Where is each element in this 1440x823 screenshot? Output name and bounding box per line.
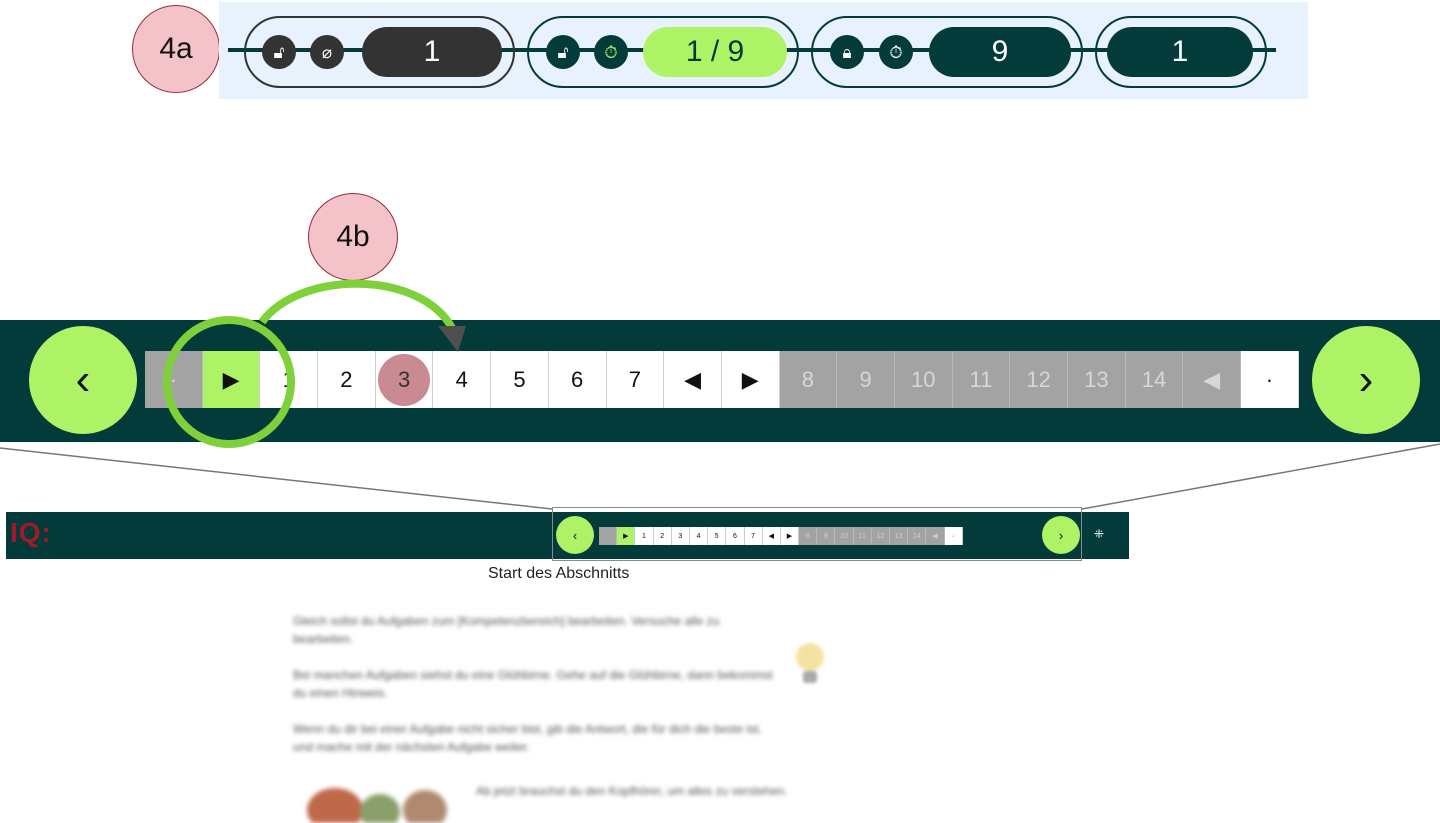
jump-arrow (258, 279, 456, 331)
app-logo: IQ: (10, 517, 52, 548)
page-title: Start des Abschnitts (488, 565, 630, 582)
zoom-line-left (0, 447, 553, 510)
lightbulb-icon[interactable] (790, 637, 830, 693)
paragraph-1: Gleich sollst du Aufgaben zum [Kompetenz… (293, 614, 720, 646)
paragraph-3: Wenn du dir bei einer Aufgabe nicht sich… (293, 722, 762, 754)
paragraph-2: Bei manchen Aufgaben siehst du eine Glüh… (293, 668, 773, 700)
arrowhead-icon (438, 326, 466, 352)
characters-image (307, 788, 447, 823)
zoom-line-right (1081, 443, 1440, 510)
zoom-frame (552, 507, 1082, 561)
paragraph-4: Ab jetzt brauchst du den Kopfhörer, um a… (476, 784, 788, 798)
collapse-icon[interactable]: ⁜ (1094, 527, 1104, 541)
highlight-ring (163, 316, 295, 448)
